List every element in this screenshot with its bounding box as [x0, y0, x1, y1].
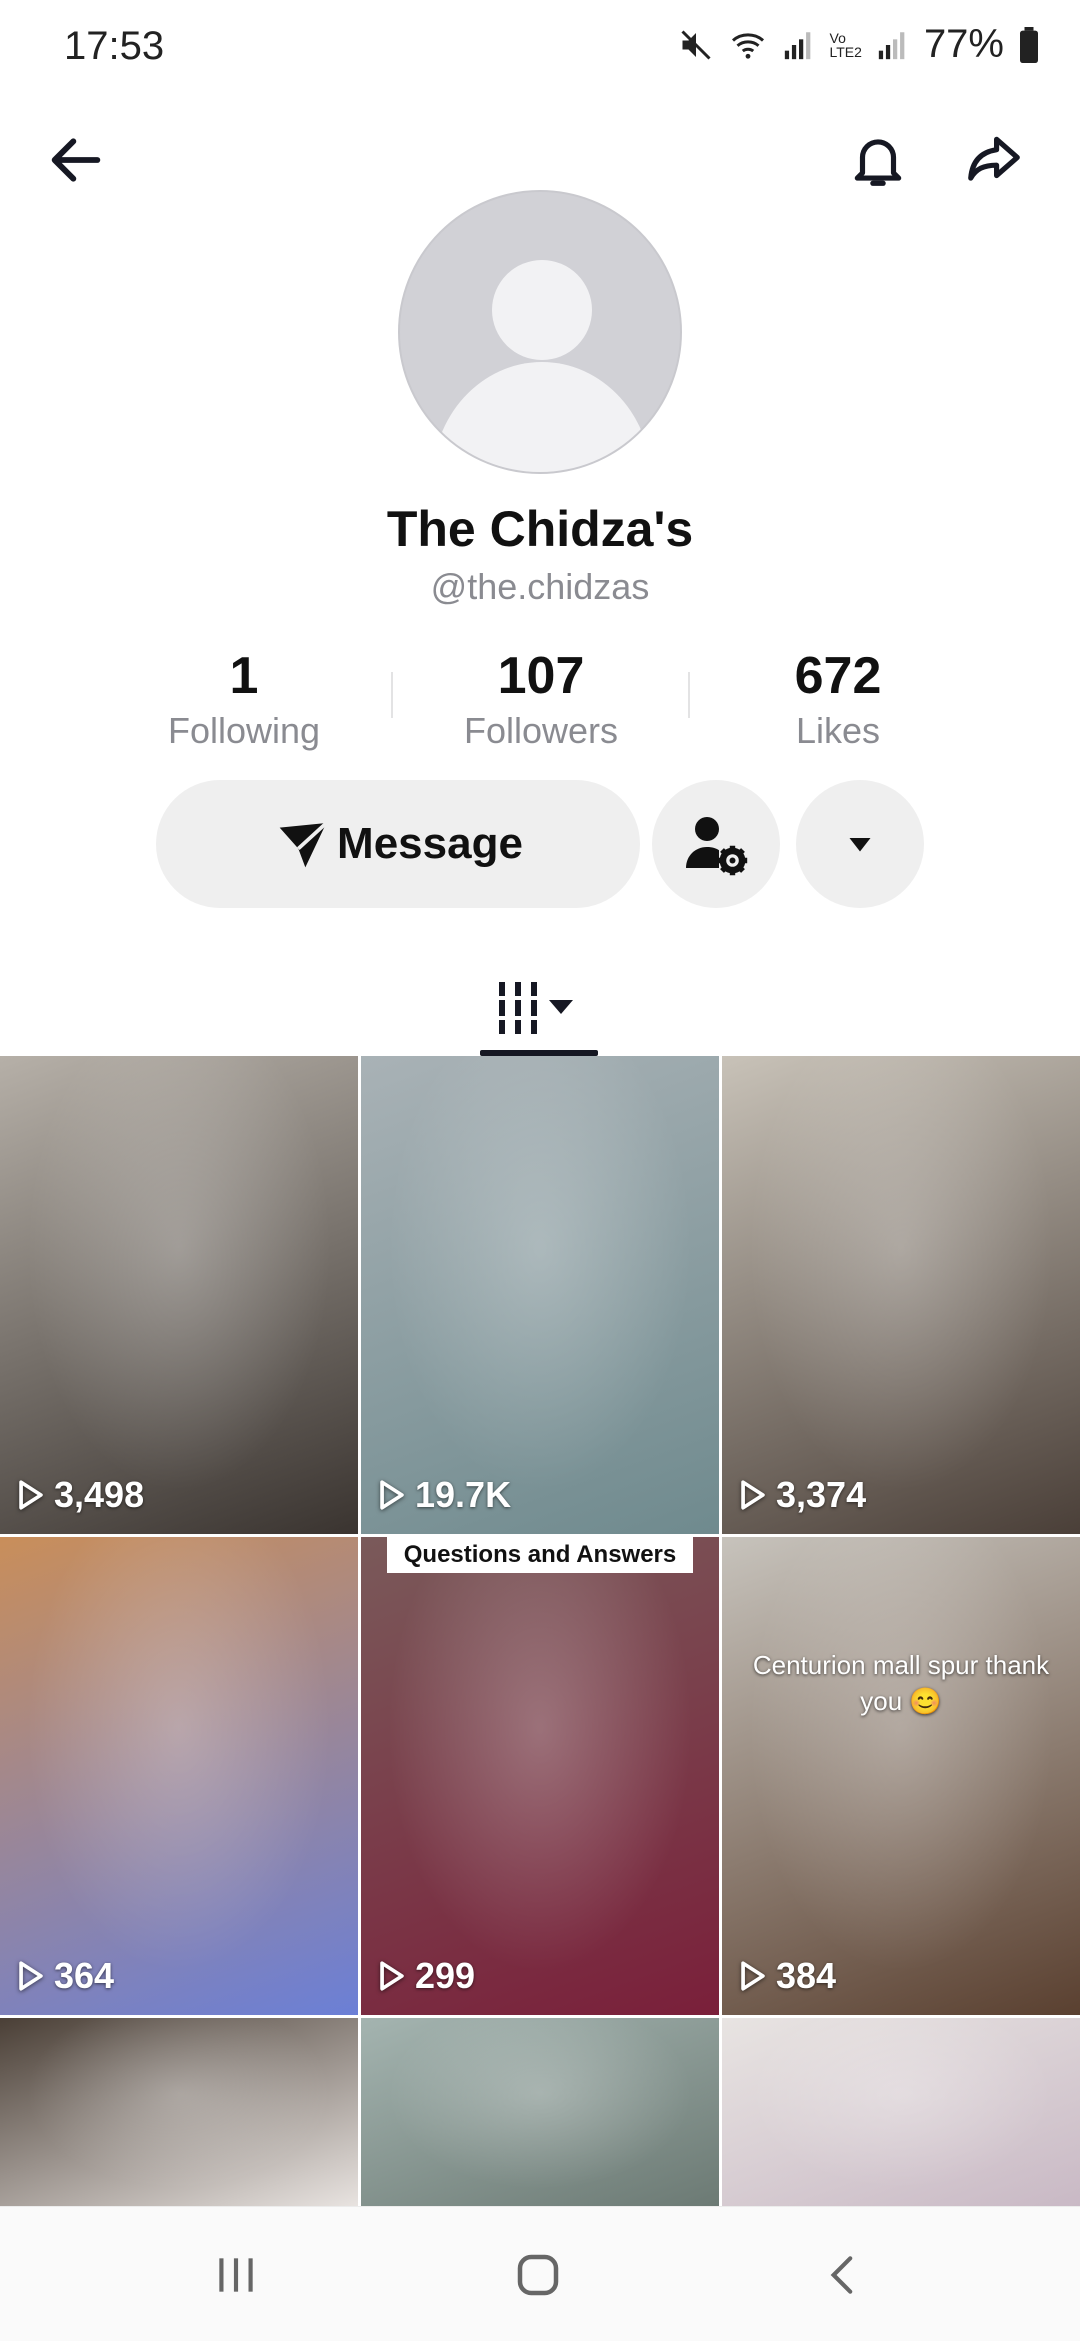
back-button[interactable] [36, 120, 116, 200]
share-arrow-icon [968, 136, 1020, 181]
video-thumbnail [361, 2018, 719, 2206]
recent-apps-button[interactable] [186, 2230, 286, 2320]
video-thumbnail [0, 1537, 358, 2015]
status-icons: Vo LTE2 77% [678, 22, 1041, 67]
video-tile[interactable] [361, 2018, 719, 2206]
video-tile[interactable]: 3,374 [722, 1056, 1080, 1534]
arrow-left-icon [51, 138, 101, 182]
video-thumbnail [0, 1056, 358, 1534]
video-caption: Centurion mall spur thank you 😊 [752, 1650, 1050, 1716]
more-dropdown-button[interactable] [796, 780, 924, 908]
video-thumbnail [722, 1056, 1080, 1534]
view-count-text: 364 [54, 1955, 115, 1996]
friend-settings-button[interactable] [652, 780, 780, 908]
battery-percent: 77% [923, 22, 1004, 66]
default-avatar-icon [432, 260, 652, 472]
video-tile[interactable]: 364 [0, 1537, 358, 2015]
network-label: Vo LTE2 [830, 31, 862, 59]
user-settings-icon [686, 817, 748, 876]
profile-handle: @the.chidzas [430, 566, 650, 607]
video-tile[interactable] [722, 2018, 1080, 2206]
video-thumbnail [722, 1537, 1080, 2015]
bell-icon [854, 139, 902, 186]
video-thumbnail [361, 1056, 719, 1534]
play-icon [19, 1480, 43, 1510]
video-tile[interactable] [0, 2018, 358, 2206]
view-count: 364 [16, 1955, 114, 1997]
followers-stat[interactable]: 107 Followers [391, 646, 691, 752]
view-count: 3,498 [16, 1474, 144, 1516]
caret-down-icon [849, 838, 871, 852]
notifications-button[interactable] [838, 120, 918, 200]
followers-label: Followers [463, 710, 619, 751]
likes-stat[interactable]: 672 Likes [688, 646, 988, 752]
message-label: Message [337, 819, 523, 868]
view-count-text: 299 [415, 1955, 476, 1996]
video-caption: Questions and Answers [387, 1537, 693, 1573]
view-count: 299 [377, 1955, 475, 1997]
play-icon [741, 1480, 765, 1510]
view-count: 384 [738, 1955, 836, 1997]
send-icon [279, 821, 328, 868]
network-label-top: Vo [829, 29, 846, 46]
profile-name: The Chidza's [386, 501, 694, 557]
play-icon [19, 1961, 43, 1991]
grid-tab-icon [499, 982, 573, 1034]
followers-count: 107 [497, 647, 585, 705]
home-button[interactable] [488, 2230, 588, 2320]
following-count: 1 [229, 647, 259, 705]
nav-back-icon [830, 2256, 853, 2294]
tab-videos[interactable] [480, 960, 600, 1056]
view-count-text: 3,374 [776, 1474, 867, 1515]
share-button[interactable] [954, 120, 1034, 200]
likes-count: 672 [794, 647, 882, 705]
status-time: 17:53 [64, 24, 165, 68]
nav-back-button[interactable] [794, 2230, 894, 2320]
likes-label: Likes [795, 710, 881, 751]
view-count: 3,374 [738, 1474, 866, 1516]
video-tile[interactable]: 19.7K [361, 1056, 719, 1534]
battery-icon [1020, 26, 1038, 63]
video-thumbnail [722, 2018, 1080, 2206]
video-thumbnail [0, 2018, 358, 2206]
video-thumbnail [361, 1537, 719, 2015]
signal-icon [784, 31, 810, 59]
video-tile[interactable]: 3,498 [0, 1056, 358, 1534]
following-stat[interactable]: 1 Following [94, 646, 394, 752]
play-icon [380, 1480, 404, 1510]
video-grid: 3,498 19.7K 3,374 364 Questions and Answers 2… [0, 1056, 1080, 2206]
wifi-icon [731, 32, 764, 59]
avatar[interactable] [398, 190, 682, 474]
view-count-text: 384 [776, 1955, 837, 1996]
network-label-bottom: LTE2 [829, 43, 862, 60]
view-count: 19.7K [377, 1474, 511, 1516]
view-count-text: 3,498 [54, 1474, 145, 1515]
video-tile[interactable]: Centurion mall spur thank you 😊 384 [722, 1537, 1080, 2015]
following-label: Following [167, 710, 321, 751]
recent-apps-icon [219, 2258, 253, 2292]
mute-icon [680, 29, 711, 60]
play-icon [380, 1961, 404, 1991]
message-button[interactable]: Message [156, 780, 640, 908]
home-icon [517, 2254, 559, 2296]
view-count-text: 19.7K [415, 1474, 512, 1515]
play-icon [741, 1961, 765, 1991]
video-tile[interactable]: Questions and Answers 299 [361, 1537, 719, 2015]
signal-icon-2 [878, 31, 905, 59]
